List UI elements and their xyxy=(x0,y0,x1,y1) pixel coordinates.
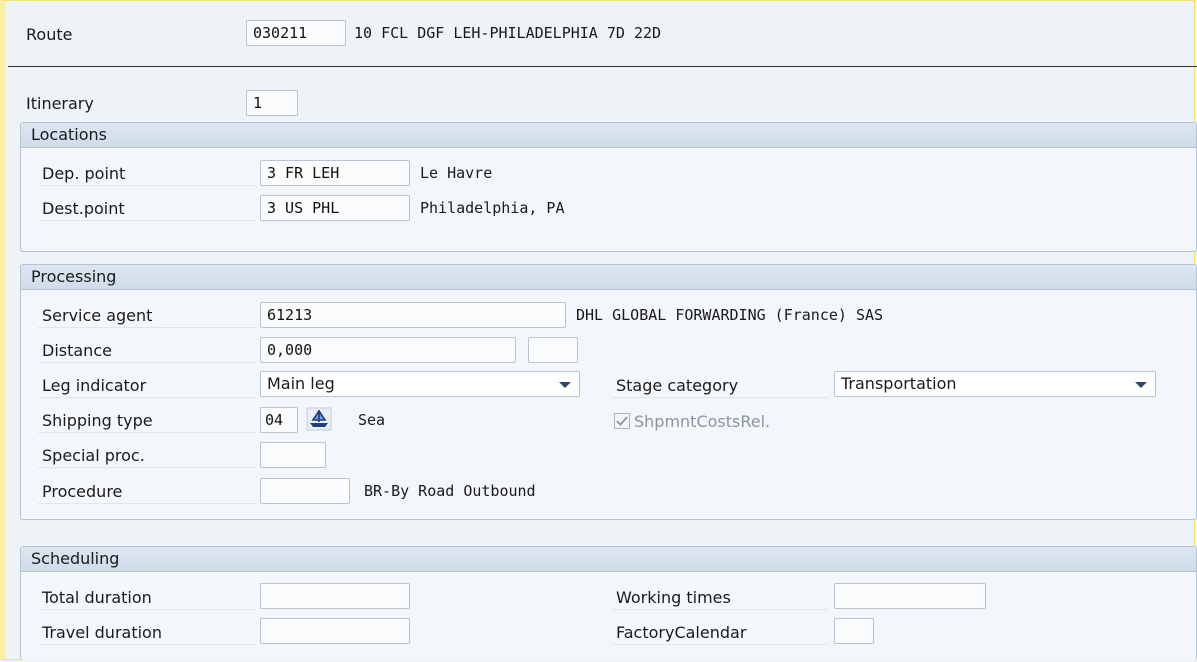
dest-point-field[interactable]: 3 US PHL xyxy=(260,195,410,221)
factory-calendar-field[interactable] xyxy=(834,618,874,644)
special-proc-field[interactable] xyxy=(260,442,326,468)
route-description: 10 FCL DGF LEH-PHILADELPHIA 7D 22D xyxy=(354,24,662,42)
service-agent-name: DHL GLOBAL FORWARDING (France) SAS xyxy=(576,306,884,324)
route-field[interactable]: 030211 xyxy=(246,20,346,46)
factory-calendar-label: FactoryCalendar xyxy=(612,621,828,645)
shipping-type-label: Shipping type xyxy=(38,409,256,433)
distance-unit-field[interactable] xyxy=(528,337,578,363)
scheduling-title: Scheduling xyxy=(21,547,1196,572)
stage-category-label: Stage category xyxy=(612,374,828,398)
locations-title: Locations xyxy=(21,123,1196,148)
procedure-description: BR-By Road Outbound xyxy=(364,482,536,500)
travel-duration-field[interactable] xyxy=(260,618,410,644)
service-agent-field[interactable]: 61213 xyxy=(260,302,566,328)
stage-category-value: Transportation xyxy=(841,374,957,393)
distance-label: Distance xyxy=(38,339,256,363)
header-divider xyxy=(8,66,1197,67)
ship-icon xyxy=(306,407,332,431)
procedure-field[interactable] xyxy=(260,478,350,504)
shipment-costs-checkbox[interactable]: ShpmntCostsRel. xyxy=(614,410,770,432)
leg-indicator-select[interactable]: Main leg xyxy=(260,371,580,397)
chevron-down-icon[interactable] xyxy=(559,382,571,388)
processing-title: Processing xyxy=(21,265,1196,290)
stage-category-select[interactable]: Transportation xyxy=(834,371,1156,397)
travel-duration-label: Travel duration xyxy=(38,621,256,645)
route-label: Route xyxy=(22,23,242,47)
itinerary-field[interactable]: 1 xyxy=(246,90,298,116)
distance-field[interactable]: 0,000 xyxy=(260,337,516,363)
procedure-label: Procedure xyxy=(38,480,256,504)
dest-point-name: Philadelphia, PA xyxy=(420,199,565,217)
checkmark-icon xyxy=(614,413,630,429)
working-times-label: Working times xyxy=(612,586,828,610)
special-proc-label: Special proc. xyxy=(38,444,256,468)
chevron-down-icon[interactable] xyxy=(1135,382,1147,388)
leg-indicator-label: Leg indicator xyxy=(38,374,256,398)
service-agent-label: Service agent xyxy=(38,304,256,328)
dep-point-label: Dep. point xyxy=(38,162,256,186)
dep-point-name: Le Havre xyxy=(420,164,493,182)
dest-point-label: Dest.point xyxy=(38,197,256,221)
shipping-type-field[interactable]: 04 xyxy=(260,407,298,433)
total-duration-label: Total duration xyxy=(38,586,256,610)
shipping-type-name: Sea xyxy=(358,411,386,429)
leg-indicator-value: Main leg xyxy=(267,374,335,393)
locations-group: Locations xyxy=(20,122,1197,252)
total-duration-field[interactable] xyxy=(260,583,410,609)
itinerary-label: Itinerary xyxy=(22,92,242,116)
shipment-costs-label: ShpmntCostsRel. xyxy=(634,411,771,431)
working-times-field[interactable] xyxy=(834,583,986,609)
dep-point-field[interactable]: 3 FR LEH xyxy=(260,160,410,186)
